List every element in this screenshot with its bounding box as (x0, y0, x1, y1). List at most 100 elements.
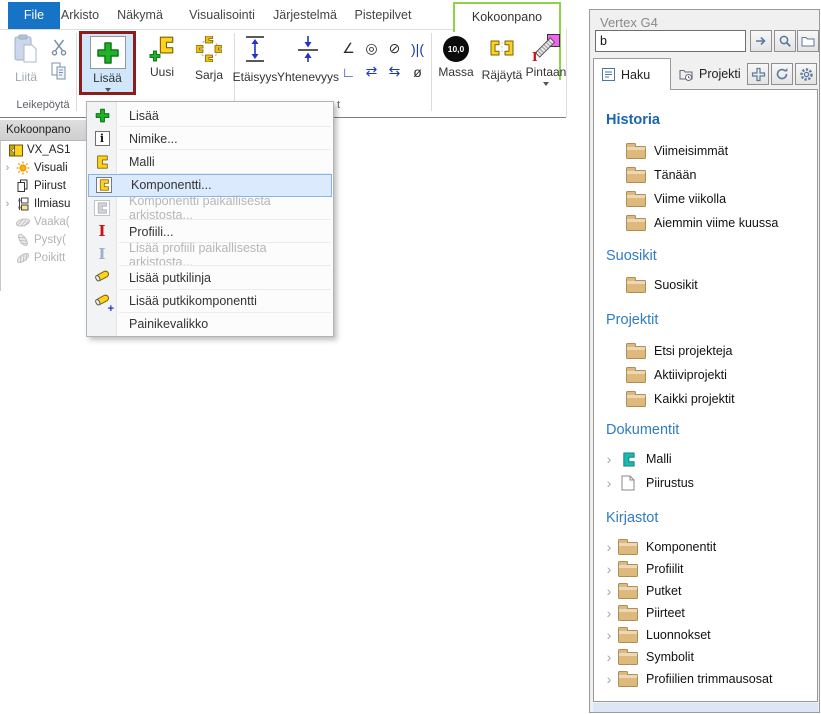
tab-pistepilvet[interactable]: Pistepilvet (348, 2, 418, 29)
expand-chevron-icon[interactable]: › (602, 650, 616, 664)
tangent-constraint-icon[interactable]: ⊘ (383, 37, 406, 60)
menu-item-komponentti[interactable]: Komponentti... (88, 174, 332, 197)
tree-item-assembly-root[interactable]: VX_AS1 (1, 141, 86, 159)
pipe-icon (87, 268, 117, 287)
tree-item-viime-viikolla[interactable]: Viime viikolla (594, 188, 817, 210)
expand-chevron-icon[interactable]: › (602, 584, 616, 598)
array-pattern-icon (196, 36, 222, 65)
tree-item-symbolit[interactable]: › Symbolit (594, 646, 817, 668)
go-button[interactable] (750, 30, 772, 52)
expand-chevron-icon[interactable]: › (602, 628, 616, 642)
refresh-button[interactable] (771, 63, 793, 85)
open-folder-button[interactable] (797, 30, 819, 52)
tree-item-malli[interactable]: › Malli (594, 448, 817, 470)
cut-button[interactable] (51, 38, 67, 61)
search-input[interactable] (595, 30, 746, 52)
coincidence-constraint-button[interactable]: Yhtenevyys (280, 34, 336, 84)
tree-item-luonnokset[interactable]: › Luonnokset (594, 624, 817, 646)
paste-button[interactable]: Liitä (6, 34, 46, 84)
search-button[interactable] (774, 30, 796, 52)
tab-visualisointi[interactable]: Visualisointi (178, 2, 266, 29)
panel-bottom-strip (593, 703, 818, 712)
menu-item-profiili-paikallinen[interactable]: I Lisää profiili paikallisesta arkistost… (87, 243, 333, 266)
equal-distance-constraint-icon[interactable]: ⇆ (383, 60, 406, 83)
drawing-page-icon (616, 475, 640, 491)
scissors-icon (51, 43, 67, 60)
menu-item-profiili[interactable]: I Profiili... (87, 220, 333, 243)
tree-item-piirustus[interactable]: › Piirustus (594, 472, 817, 494)
expand-chevron-icon[interactable]: › (1, 198, 14, 210)
tree-item-profiilit[interactable]: › Profiilit (594, 558, 817, 580)
hatched-plane-icon (14, 217, 32, 228)
tree-item-aiemmin-viime-kuussa[interactable]: Aiemmin viime kuussa (594, 212, 817, 234)
expand-chevron-icon[interactable]: › (602, 540, 616, 554)
tab-haku[interactable]: Haku (593, 58, 671, 90)
symmetry-constraint-icon[interactable]: )|( (406, 37, 429, 60)
folder-icon (626, 346, 646, 359)
tree-item-piirustus[interactable]: Piirust (1, 177, 86, 195)
distance-icon (243, 34, 267, 67)
explode-button[interactable]: Räjäytä (479, 36, 525, 82)
tree-item-viimeisimmat[interactable]: Viimeisimmät (594, 140, 817, 162)
folder-icon (618, 674, 638, 687)
tab-nakyma[interactable]: Näkymä (112, 2, 168, 29)
drawing-pages-icon (14, 179, 32, 193)
settings-button[interactable] (795, 63, 817, 85)
expand-chevron-icon[interactable]: › (1, 162, 14, 174)
series-button[interactable]: Sarja (186, 36, 232, 82)
menu-item-komponentti-paikallinen[interactable]: Komponentti paikallisesta arkistosta... (87, 197, 333, 220)
profile-icon: I (87, 224, 117, 239)
tree-item-putket[interactable]: › Putket (594, 580, 817, 602)
parallel-constraint-icon[interactable]: ⇄ (360, 60, 383, 83)
tangent-point-constraint-icon[interactable]: ø (406, 60, 429, 83)
tab-file[interactable]: File (8, 2, 60, 29)
tab-projekti[interactable]: Projekti (671, 58, 755, 90)
perpendicular-constraint-icon[interactable]: ∟ (337, 60, 360, 83)
tree-item-poikittainen[interactable]: Poikitt (1, 249, 86, 267)
go-arrow-icon (754, 34, 768, 48)
concentric-constraint-icon[interactable]: ◎ (360, 37, 383, 60)
tree-item-kaikki-projektit[interactable]: Kaikki projektit (594, 388, 817, 410)
add-button[interactable]: Lisää (79, 31, 136, 95)
clipboard-paste-icon (13, 34, 39, 67)
menu-item-malli[interactable]: Malli (87, 150, 333, 173)
tree-item-ilmiasu[interactable]: › Ilmiasu (1, 195, 86, 213)
tree-item-etsi-projekteja[interactable]: Etsi projekteja (594, 340, 817, 362)
assembly-panel-header: Kokoonpano (0, 120, 86, 141)
new-button[interactable]: Uusi (140, 36, 184, 79)
expand-chevron-icon[interactable]: › (602, 606, 616, 620)
tree-item-vaaka[interactable]: Vaaka( (1, 213, 86, 231)
distance-constraint-button[interactable]: Etäisyys (230, 34, 280, 84)
tree-item-aktiiviprojekti[interactable]: Aktiiviprojekti (594, 364, 817, 386)
expand-chevron-icon[interactable]: › (602, 476, 616, 490)
add-favorite-button[interactable] (747, 63, 769, 85)
menu-item-painikevalikko[interactable]: Painikevalikko (87, 313, 333, 336)
configuration-icon (14, 197, 32, 211)
tree-item-pysty[interactable]: Pysty( (1, 231, 86, 249)
tree-item-komponentit[interactable]: › Komponentit (594, 536, 817, 558)
tree-item-tanaan[interactable]: Tänään (594, 164, 817, 186)
tree-item-profiilien-trimmausosat[interactable]: › Profiilien trimmausosat (594, 668, 817, 690)
angle-constraint-icon[interactable]: ∠ (337, 37, 360, 60)
expand-chevron-icon[interactable]: › (602, 452, 616, 466)
mass-button[interactable]: 10,0 Massa (436, 36, 476, 79)
tree-item-suosikit[interactable]: Suosikit (594, 274, 817, 296)
expand-chevron-icon[interactable]: › (602, 672, 616, 686)
component-local-archive-icon (87, 200, 117, 216)
refresh-icon (775, 67, 789, 81)
to-surface-button[interactable]: I Pintaan (524, 34, 568, 86)
section-header-suosikit: Suosikit (606, 248, 657, 264)
browser-tree: Historia Viimeisimmät Tänään Viime viiko… (593, 89, 818, 702)
menu-item-nimike[interactable]: i Nimike... (87, 127, 333, 150)
tab-jarjestelma[interactable]: Järjestelmä (266, 2, 344, 29)
menu-item-putkilinja[interactable]: Lisää putkilinja (87, 266, 333, 289)
expand-chevron-icon[interactable]: › (602, 562, 616, 576)
tab-arkisto[interactable]: Arkisto (56, 2, 104, 29)
tree-item-visualisointi[interactable]: › Visuali (1, 159, 86, 177)
tree-item-piirteet[interactable]: › Piirteet (594, 602, 817, 624)
folder-icon (626, 370, 646, 383)
menu-item-putkikomponentti[interactable]: + Lisää putkikomponentti (87, 290, 333, 313)
menu-item-lisaa[interactable]: Lisää (87, 104, 333, 127)
copy-button[interactable] (51, 62, 67, 85)
tab-kokoonpano[interactable]: Kokoonpano (453, 2, 561, 32)
